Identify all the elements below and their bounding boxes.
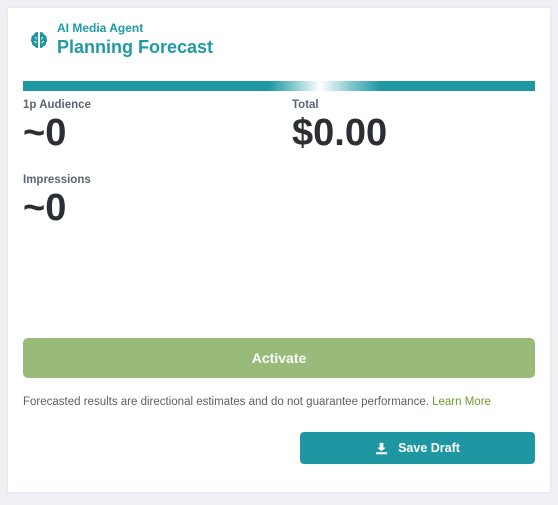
save-draft-button[interactable]: Save Draft bbox=[300, 432, 535, 464]
page-title: Planning Forecast bbox=[57, 37, 214, 57]
forecast-progress-bar bbox=[23, 81, 535, 91]
disclaimer-text: Forecasted results are directional estim… bbox=[23, 396, 429, 408]
activate-button[interactable]: Activate bbox=[23, 338, 535, 378]
metric-label: Total bbox=[292, 99, 319, 111]
disclaimer: Forecasted results are directional estim… bbox=[23, 396, 491, 408]
download-icon bbox=[376, 442, 388, 454]
save-draft-label: Save Draft bbox=[398, 441, 460, 455]
header-text: AI Media Agent Planning Forecast bbox=[57, 21, 213, 58]
metric-label: Impressions bbox=[23, 174, 91, 186]
metric-1p-audience: 1p Audience ~0 bbox=[23, 98, 91, 153]
card-header: AI Media Agent Planning Forecast bbox=[29, 21, 213, 58]
metric-value: $0.00 bbox=[292, 112, 388, 154]
header-subtitle: AI Media Agent bbox=[57, 21, 144, 35]
planning-forecast-card: AI Media Agent Planning Forecast 1p Audi… bbox=[8, 8, 550, 492]
brain-icon bbox=[30, 32, 48, 49]
metric-impressions: Impressions ~0 bbox=[23, 173, 91, 228]
metric-value: ~0 bbox=[23, 187, 67, 229]
metric-total: Total $0.00 bbox=[292, 98, 387, 153]
learn-more-link[interactable]: Learn More bbox=[432, 396, 491, 408]
metric-value: ~0 bbox=[23, 112, 67, 154]
metric-label: 1p Audience bbox=[23, 99, 91, 111]
